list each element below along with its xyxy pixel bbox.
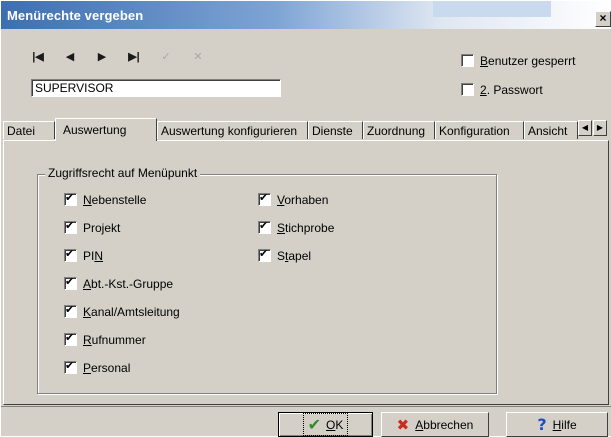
- checkbox[interactable]: [64, 359, 77, 375]
- help-label: Hilfe: [552, 417, 577, 432]
- dialog-window: Menürechte vergeben × |◀ ◀ ▶ ▶| ✓ ✕ SUPE…: [0, 0, 611, 437]
- confirm-button[interactable]: ✓: [155, 49, 177, 65]
- second-password-label: 2. Passwort: [480, 82, 543, 97]
- x-icon: ✕: [193, 51, 203, 63]
- checkmark-icon: ✓: [161, 51, 171, 63]
- user-locked-label: Benutzer gesperrt: [480, 53, 576, 68]
- ok-focus: ✔ OK: [302, 413, 349, 436]
- second-password-checkbox[interactable]: 2. Passwort: [461, 82, 543, 97]
- checkbox[interactable]: [64, 275, 77, 291]
- second-password-box[interactable]: [461, 83, 474, 97]
- user-name-value: SUPERVISOR: [35, 81, 114, 95]
- tab-auswertung[interactable]: Auswertung: [55, 118, 157, 141]
- menu-item-label: Stapel: [277, 248, 312, 263]
- tab-ansicht[interactable]: Ansicht: [524, 121, 578, 139]
- checkbox[interactable]: [64, 331, 77, 347]
- tab-auswertung-konfigurieren[interactable]: Auswertung konfigurieren: [157, 121, 308, 139]
- tab-strip: Datei Auswertung Auswertung konfiguriere…: [1, 118, 611, 141]
- arrow-left-icon: ◀: [581, 123, 589, 132]
- tab-zuordnung[interactable]: Zuordnung: [363, 121, 435, 139]
- checkbox[interactable]: [64, 191, 77, 207]
- ok-label: OK: [326, 417, 344, 432]
- group-title: Zugriffsrecht auf Menüpunkt: [45, 166, 201, 180]
- first-record-button[interactable]: |◀: [27, 49, 49, 65]
- checkbox[interactable]: [258, 247, 271, 263]
- menu-item-label: Nebenstelle: [83, 192, 147, 207]
- tab-scroll-right-button[interactable]: ▶: [593, 120, 607, 136]
- menu-item-rufnummer[interactable]: Rufnummer: [64, 331, 146, 347]
- menu-item-kanal-amtsleitung[interactable]: Kanal/Amtsleitung: [64, 303, 180, 319]
- menu-item-label: PIN: [83, 248, 104, 263]
- title-bar: Menürechte vergeben ×: [1, 1, 611, 29]
- menu-item-label: Vorhaben: [277, 192, 329, 207]
- checkbox[interactable]: [258, 219, 271, 235]
- ok-button[interactable]: ✔ OK: [278, 412, 373, 437]
- checkbox[interactable]: [258, 191, 271, 207]
- close-button[interactable]: ×: [595, 11, 611, 27]
- first-record-icon: |◀: [32, 51, 44, 63]
- next-record-icon: ▶: [97, 51, 107, 63]
- menu-item-nebenstelle[interactable]: Nebenstelle: [64, 191, 147, 207]
- user-locked-checkbox[interactable]: Benutzer gesperrt: [461, 53, 575, 68]
- previous-record-button[interactable]: ◀: [59, 49, 81, 65]
- cancel-button[interactable]: ✖ Abbrechen: [381, 412, 489, 437]
- tab-scroll-left-button[interactable]: ◀: [578, 120, 592, 136]
- checkmark-icon: ✔: [307, 415, 322, 434]
- next-record-button[interactable]: ▶: [91, 49, 113, 65]
- menu-item-label: Stichprobe: [277, 220, 335, 235]
- menu-item-abt-kst-gruppe[interactable]: Abt.-Kst.-Gruppe: [64, 275, 174, 291]
- button-separator: [1, 406, 611, 407]
- checkbox[interactable]: [64, 303, 77, 319]
- cancel-label: Abbrechen: [415, 417, 474, 432]
- menu-item-projekt[interactable]: Projekt: [64, 219, 121, 235]
- arrow-right-icon: ▶: [596, 123, 604, 132]
- menu-item-label: Personal: [83, 360, 131, 375]
- menu-item-label: Projekt: [83, 220, 121, 235]
- tab-dienste[interactable]: Dienste: [308, 121, 363, 139]
- menu-item-pin[interactable]: PIN: [64, 247, 104, 263]
- checkbox[interactable]: [64, 247, 77, 263]
- help-button[interactable]: ? Hilfe: [506, 412, 608, 437]
- menu-item-vorhaben[interactable]: Vorhaben: [258, 191, 329, 207]
- menu-item-label: Rufnummer: [83, 332, 146, 347]
- help-question-icon: ?: [537, 415, 547, 434]
- checkbox[interactable]: [64, 219, 77, 235]
- last-record-icon: ▶|: [128, 51, 140, 63]
- tab-konfiguration[interactable]: Konfiguration: [435, 121, 524, 139]
- menu-item-label: Abt.-Kst.-Gruppe: [83, 276, 174, 291]
- menu-item-stichprobe[interactable]: Stichprobe: [258, 219, 335, 235]
- menu-item-stapel[interactable]: Stapel: [258, 247, 312, 263]
- menu-item-personal[interactable]: Personal: [64, 359, 131, 375]
- previous-record-icon: ◀: [65, 51, 75, 63]
- user-name-field[interactable]: SUPERVISOR: [31, 79, 281, 97]
- user-locked-box[interactable]: [461, 54, 474, 68]
- title-accent: [433, 1, 551, 17]
- window-title: Menürechte vergeben: [7, 8, 144, 23]
- discard-button[interactable]: ✕: [187, 49, 209, 65]
- close-icon: ×: [599, 11, 607, 25]
- cancel-x-icon: ✖: [396, 415, 410, 434]
- menu-item-label: Kanal/Amtsleitung: [83, 304, 180, 319]
- tab-datei[interactable]: Datei: [3, 121, 55, 139]
- last-record-button[interactable]: ▶|: [123, 49, 145, 65]
